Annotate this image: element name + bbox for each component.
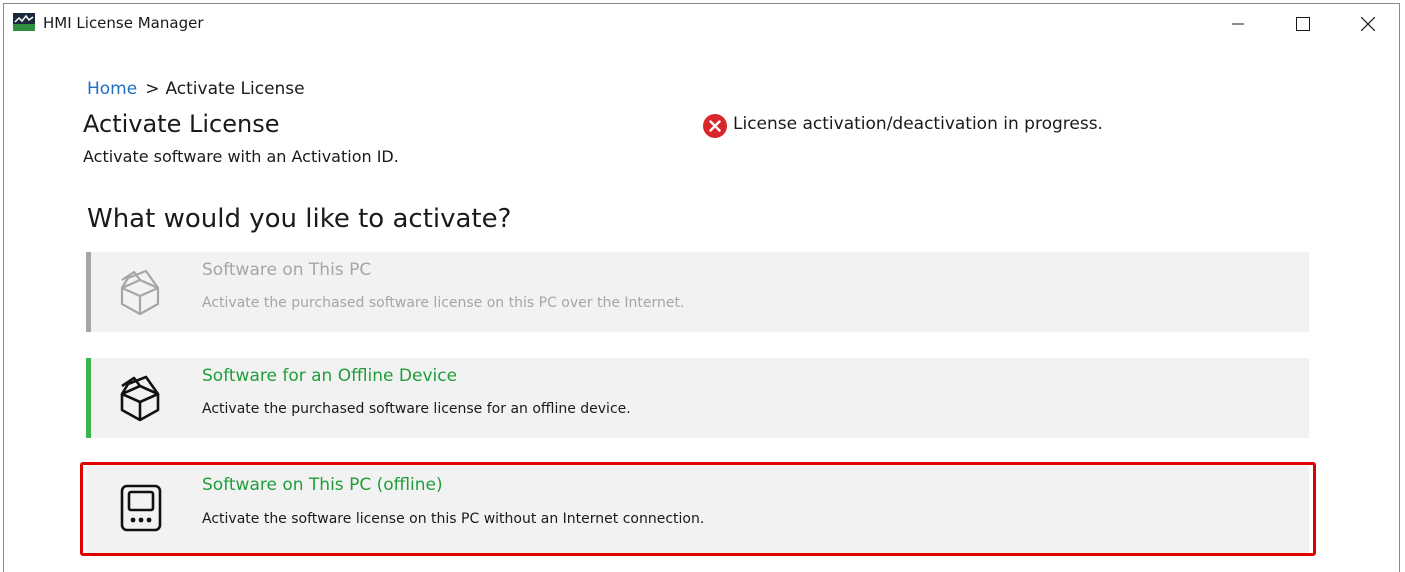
option-description: Activate the purchased software license … (202, 295, 685, 311)
package-icon (120, 269, 160, 316)
option-title: Software on This PC (offline) (202, 475, 443, 495)
terminal-device-icon (120, 484, 162, 532)
status-text: License activation/deactivation in progr… (733, 114, 1103, 134)
status-message: License activation/deactivation in progr… (703, 110, 1103, 138)
breadcrumb-home-link[interactable]: Home (87, 79, 137, 99)
page-title: Activate License (83, 110, 280, 138)
maximize-icon (1296, 17, 1310, 31)
page-subtitle: Activate software with an Activation ID. (83, 147, 399, 166)
option-accent-bar (86, 358, 91, 438)
option-title: Software for an Offline Device (202, 366, 458, 386)
breadcrumb-separator: > (145, 79, 160, 99)
breadcrumb: Home > Activate License (87, 79, 305, 99)
minimize-icon (1232, 23, 1244, 25)
breadcrumb-current: Activate License (165, 79, 305, 99)
option-software-for-offline-device[interactable]: Software for an Offline Device Activate … (86, 358, 1309, 438)
close-button[interactable] (1345, 4, 1391, 44)
minimize-button[interactable] (1215, 4, 1261, 44)
title-bar[interactable]: HMI License Manager (4, 4, 1399, 44)
option-description: Activate the software license on this PC… (202, 511, 705, 527)
option-title: Software on This PC (202, 260, 372, 280)
maximize-button[interactable] (1280, 4, 1326, 44)
section-heading: What would you like to activate? (87, 204, 512, 234)
option-software-on-this-pc-offline[interactable]: Software on This PC (offline) Activate t… (86, 465, 1309, 553)
app-logo-icon (13, 13, 35, 31)
option-accent-bar (86, 252, 91, 332)
option-software-on-this-pc: Software on This PC Activate the purchas… (86, 252, 1309, 332)
window-title: HMI License Manager (43, 14, 204, 32)
option-description: Activate the purchased software license … (202, 401, 631, 417)
close-icon (1361, 17, 1375, 31)
package-icon (120, 375, 160, 422)
error-icon (703, 114, 727, 138)
